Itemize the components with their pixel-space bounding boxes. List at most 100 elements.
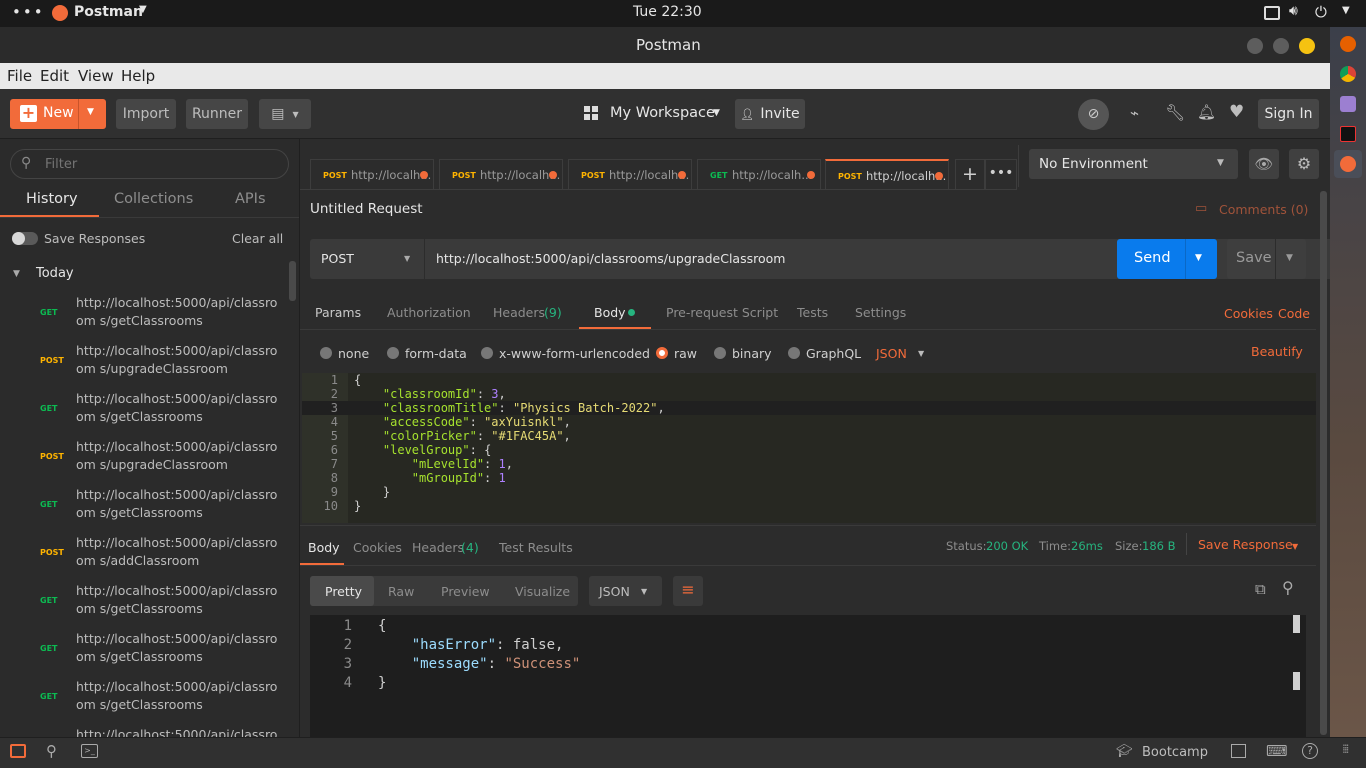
tab-history[interactable]: History: [26, 191, 78, 207]
history-item[interactable]: GET http://localhost:5000/api/classroom s…: [0, 582, 288, 630]
files-icon[interactable]: [1340, 96, 1356, 112]
system-menu-chevron-icon[interactable]: ▼: [1342, 5, 1350, 16]
new-dropdown-chevron-icon[interactable]: ▼: [87, 107, 94, 117]
main-scrollbar-track[interactable]: [1320, 191, 1327, 737]
maximize-button[interactable]: [1273, 38, 1289, 54]
power-icon[interactable]: ⏻: [1315, 3, 1327, 21]
menu-help[interactable]: Help: [121, 67, 155, 85]
request-tab[interactable]: GET http://localh...: [697, 159, 821, 189]
response-format-selector[interactable]: JSON ▼: [589, 576, 662, 606]
tab-params[interactable]: Params: [315, 305, 361, 320]
clock[interactable]: Tue 22:30: [633, 4, 702, 20]
save-response-button[interactable]: Save Response: [1198, 537, 1293, 552]
comments-button[interactable]: Comments (0): [1219, 202, 1308, 217]
main-scrollbar-thumb[interactable]: [1320, 191, 1327, 735]
copy-icon[interactable]: ⧉: [1255, 580, 1266, 598]
save-response-chevron-icon[interactable]: ▼: [1292, 542, 1298, 551]
console-icon[interactable]: >_: [81, 744, 98, 758]
size-value[interactable]: 186 B: [1142, 539, 1176, 553]
radio-x-www-form-urlencoded[interactable]: [481, 347, 493, 359]
history-item[interactable]: GEThttp://localhost:5000/api/classroom: [0, 726, 288, 737]
sign-in-button[interactable]: Sign In: [1258, 99, 1319, 129]
workspace-selector[interactable]: My Workspace: [610, 105, 715, 121]
rider-icon[interactable]: [1340, 126, 1356, 142]
heart-icon[interactable]: ♥: [1229, 102, 1244, 122]
history-item[interactable]: GET http://localhost:5000/api/classroom s…: [0, 294, 288, 342]
method-selector[interactable]: POST ▼: [310, 239, 424, 279]
response-body-viewer[interactable]: 1{2 "hasError": false, 3 "message": "Succ…: [310, 615, 1306, 737]
new-button[interactable]: + New ▼: [10, 99, 106, 129]
tab-pre-request-script[interactable]: Pre-request Script: [666, 305, 778, 320]
request-tab[interactable]: POST http://localh...: [825, 159, 949, 189]
activities-dots-icon[interactable]: •••: [12, 3, 45, 21]
menu-file[interactable]: File: [7, 67, 32, 85]
collapse-chevron-icon[interactable]: ▼: [13, 269, 20, 279]
beautify-button[interactable]: Beautify: [1251, 344, 1303, 359]
tab-settings[interactable]: Settings: [855, 305, 906, 320]
response-tab-body[interactable]: Body: [308, 540, 340, 555]
menu-view[interactable]: View: [78, 67, 114, 85]
response-tab-test-results[interactable]: Test Results: [499, 540, 573, 555]
view-mode-preview[interactable]: Preview: [441, 584, 490, 599]
network-icon[interactable]: [1264, 6, 1280, 20]
send-dropdown-chevron-icon[interactable]: ▼: [1195, 253, 1202, 263]
keyboard-shortcuts-icon[interactable]: ⌨: [1266, 742, 1288, 760]
new-window-button[interactable]: ▤ ▼: [259, 99, 311, 129]
request-body-editor[interactable]: 1{2 "classroomId": 3, 3 "classroomTitle":…: [302, 373, 1316, 523]
comments-icon[interactable]: ▭: [1195, 201, 1207, 216]
request-tab[interactable]: POST http://localh...: [568, 159, 692, 189]
view-mode-pretty[interactable]: Pretty: [325, 584, 362, 599]
code-link[interactable]: Code: [1278, 306, 1310, 321]
tab-apis[interactable]: APIs: [235, 191, 266, 207]
clear-all-button[interactable]: Clear all: [232, 231, 283, 246]
wrench-icon[interactable]: 🔧︎: [1165, 103, 1185, 122]
help-icon[interactable]: ?: [1302, 743, 1318, 759]
chevron-down-icon[interactable]: ▼: [139, 4, 147, 15]
history-item[interactable]: POST http://localhost:5000/api/classroom …: [0, 534, 288, 582]
body-format-selector[interactable]: JSON: [876, 346, 907, 361]
save-responses-toggle[interactable]: [12, 232, 38, 245]
view-mode-raw[interactable]: Raw: [388, 584, 414, 599]
postman-dock-icon[interactable]: [1340, 156, 1356, 172]
new-tab-button[interactable]: +: [955, 159, 985, 189]
cookies-link[interactable]: Cookies: [1224, 306, 1273, 321]
save-button[interactable]: Save ▼: [1227, 239, 1306, 279]
firefox-icon[interactable]: [1340, 36, 1356, 52]
response-tab-headers[interactable]: Headers: [412, 540, 464, 555]
workspace-chevron-icon[interactable]: ▼: [713, 108, 720, 118]
request-tab[interactable]: POST http://localh...: [439, 159, 563, 189]
toggle-sidebar-icon[interactable]: [10, 744, 26, 758]
tab-body[interactable]: Body: [594, 305, 626, 320]
manage-environments-button[interactable]: ⚙: [1289, 149, 1319, 179]
volume-icon[interactable]: 🔊︎: [1289, 3, 1298, 19]
tab-authorization[interactable]: Authorization: [387, 305, 471, 320]
save-dropdown-chevron-icon[interactable]: ▼: [1286, 253, 1293, 263]
tab-headers[interactable]: Headers: [493, 305, 545, 320]
radio-none[interactable]: [320, 347, 332, 359]
sidebar-scrollbar-track[interactable]: [289, 261, 296, 737]
history-item[interactable]: POST http://localhost:5000/api/classroom …: [0, 342, 288, 390]
sidebar-scrollbar-thumb[interactable]: [289, 261, 296, 301]
filter-input[interactable]: [45, 154, 275, 174]
runner-button[interactable]: Runner: [186, 99, 248, 129]
bell-icon[interactable]: 🔔︎: [1197, 103, 1216, 121]
history-item[interactable]: POST http://localhost:5000/api/classroom …: [0, 438, 288, 486]
two-pane-view-icon[interactable]: [1231, 744, 1246, 758]
radio-binary[interactable]: [714, 347, 726, 359]
request-tab[interactable]: POST http://localh...: [310, 159, 434, 189]
close-button[interactable]: [1299, 38, 1315, 54]
radio-form-data[interactable]: [387, 347, 399, 359]
tab-collections[interactable]: Collections: [114, 191, 193, 207]
environment-selector[interactable]: No Environment ▼: [1029, 149, 1238, 179]
chevron-down-icon[interactable]: ▼: [918, 349, 924, 358]
app-menu-label[interactable]: Postman: [74, 4, 143, 20]
invite-button[interactable]: 👤︎ Invite: [735, 99, 805, 129]
tab-tests[interactable]: Tests: [797, 305, 828, 320]
wrap-lines-button[interactable]: ≡: [673, 576, 703, 606]
view-mode-visualize[interactable]: Visualize: [515, 584, 570, 599]
history-item[interactable]: GET http://localhost:5000/api/classroom s…: [0, 678, 288, 726]
tab-overflow-icon[interactable]: •••: [985, 159, 1017, 189]
history-item[interactable]: GET http://localhost:5000/api/classroom s…: [0, 390, 288, 438]
time-value[interactable]: 26ms: [1071, 539, 1103, 553]
minimize-button[interactable]: [1247, 38, 1263, 54]
